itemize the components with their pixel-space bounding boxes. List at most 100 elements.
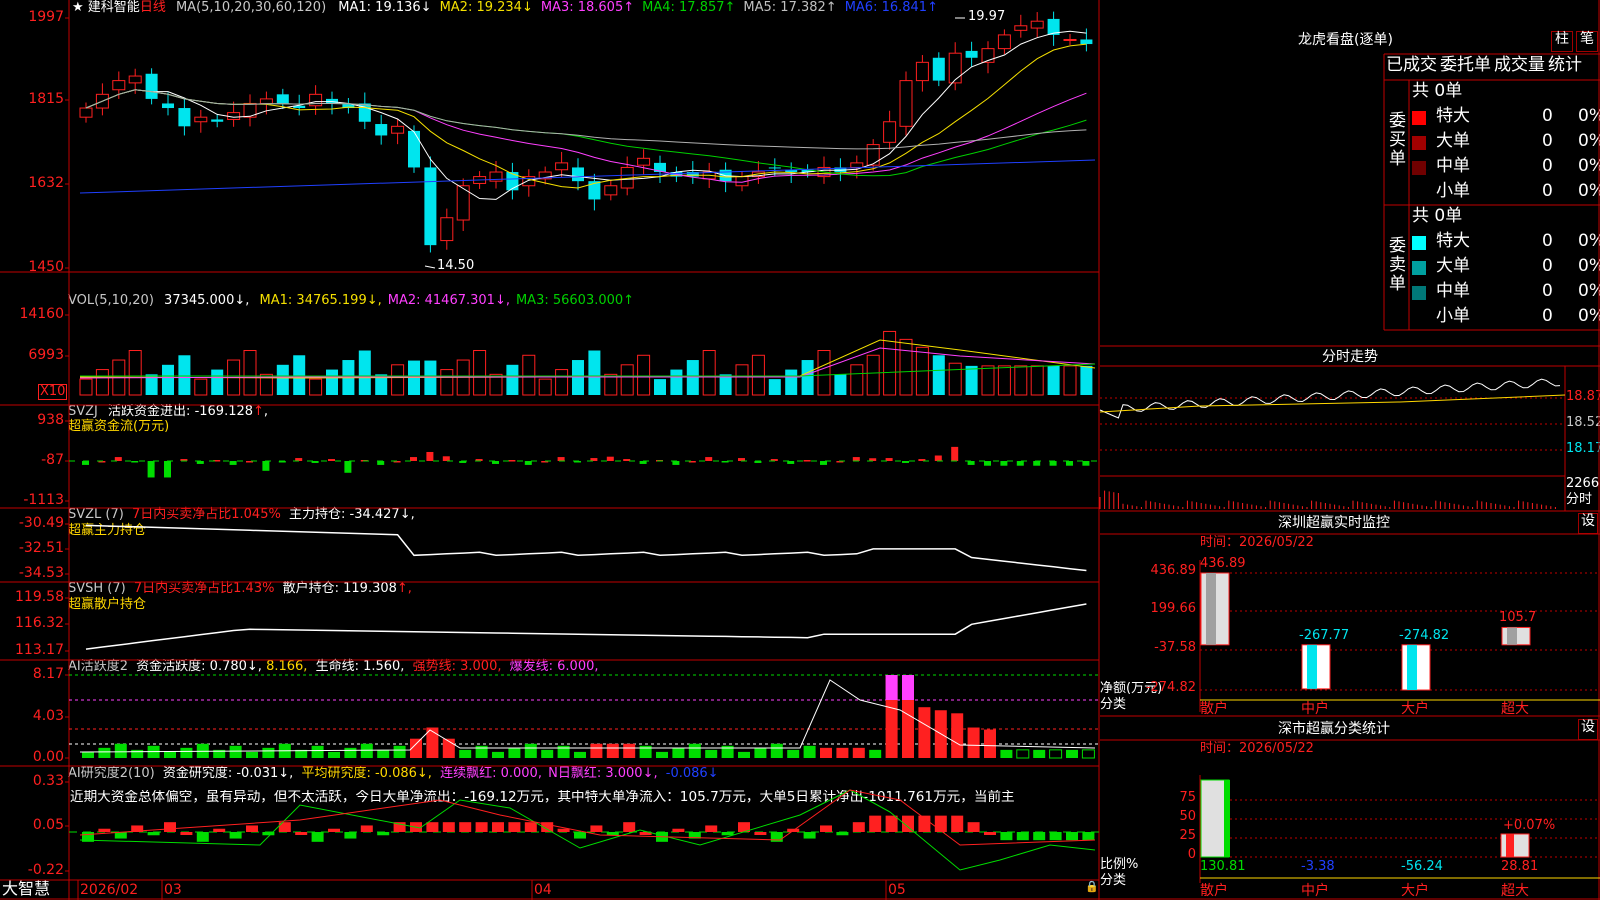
sell-side-label: 委卖单 <box>1389 236 1406 294</box>
ai-bar-6 <box>180 747 193 758</box>
sell-total: 共 0单 <box>1412 206 1463 226</box>
svzl-label: 7日内买卖净占比1.045% <box>131 507 281 522</box>
tick-toggle-button[interactable]: 笔 <box>1576 31 1598 52</box>
vol-bar-36 <box>670 369 683 395</box>
candle-body-32 <box>604 185 618 196</box>
vol-ma1 <box>79 339 1096 379</box>
research-bar-28 <box>541 822 554 832</box>
main-y-tick-3: 1450 <box>28 259 64 275</box>
monitor-bar-core-0 <box>1206 573 1216 645</box>
candle-body-1 <box>95 93 109 109</box>
research-bar-8 <box>213 828 226 832</box>
candle-body-13 <box>293 105 306 109</box>
longhu-tab-2[interactable]: 委托单 <box>1440 56 1491 75</box>
ai-value3: 1.560, <box>363 659 405 674</box>
monitor-bar-core-1 <box>1307 644 1317 689</box>
bar-toggle-button[interactable]: 柱 <box>1551 31 1573 52</box>
svzj-bar-5 <box>164 461 171 478</box>
research-bar-12 <box>278 822 291 832</box>
svzj-legend: SVZJ 活跃资金进出: -169.128↑, <box>68 404 269 419</box>
classify-cat-1: 中户 <box>1301 883 1329 899</box>
ai-bar-12 <box>278 743 291 758</box>
candle-body-23 <box>456 185 470 221</box>
intraday-price-mid: 18.52 <box>1566 415 1600 430</box>
main-legend: ★ 建科智能日线 MA(5,10,20,30,60,120) MA1: 19.1… <box>72 0 938 15</box>
svsh-label: 7日内买卖净占比1.43% <box>133 581 275 596</box>
research-bar-33 <box>623 822 636 832</box>
monitor-time-value: 2026/05/22 <box>1239 535 1314 550</box>
low-marker <box>424 265 436 269</box>
vol-bar-41 <box>751 354 765 396</box>
research-bar-10 <box>246 825 258 832</box>
ai-bar-25 <box>492 751 504 758</box>
candle-body-0 <box>79 107 93 118</box>
vol-bar-24 <box>473 350 487 396</box>
svzj-bar-43 <box>787 461 795 464</box>
candle-body-50 <box>899 80 913 127</box>
svzj-bar-25 <box>492 461 499 464</box>
svzj-y-tick-2: -1113 <box>23 492 64 508</box>
svzl-arrow: ↓, <box>399 507 415 522</box>
candle-body-7 <box>194 116 208 123</box>
star-icon[interactable]: ★ <box>72 0 84 15</box>
vol-bar-59 <box>1047 365 1060 395</box>
ai-active-line <box>79 679 1096 753</box>
stock-name[interactable]: 建科智能 <box>88 0 140 15</box>
candle-body-60 <box>1063 38 1077 41</box>
ai-bar-53 <box>951 713 964 758</box>
svzj-bar-38 <box>705 457 713 461</box>
ai-legend: AI活跃度2 资金活跃度: 0.780↓, 8.166, 生命线: 1.560,… <box>68 659 599 674</box>
vol-bar-38 <box>702 350 716 396</box>
ai-bar-30 <box>574 751 586 758</box>
monitor-bar-3 <box>1501 626 1531 646</box>
longhu-tab-4[interactable]: 统计 <box>1548 56 1582 75</box>
longhu-title: 龙虎看盘(逐单) <box>1298 32 1393 48</box>
svzj-bar-1 <box>98 461 106 463</box>
ai-bar-60 <box>1066 749 1078 758</box>
ai-bar-46 <box>836 747 849 758</box>
classify-settings-button[interactable]: 设 <box>1578 719 1598 740</box>
svzj-bar-59 <box>1049 461 1057 466</box>
vol-bar-32 <box>604 373 618 396</box>
vol-bar-56 <box>997 365 1011 396</box>
ai-bar-42 <box>770 743 783 758</box>
period-label[interactable]: 日线 <box>140 0 166 15</box>
chart-canvas <box>0 0 1600 900</box>
monitor-value-1: -267.77 <box>1299 627 1350 643</box>
ai-y-tick-1: 4.03 <box>32 708 64 724</box>
vol-bar-54 <box>965 365 978 395</box>
candle-body-20 <box>408 130 420 168</box>
research-bar-4 <box>147 832 160 836</box>
research-bar-41 <box>754 832 767 835</box>
research-bar-24 <box>475 822 488 832</box>
svsh-arrow: ↑, <box>396 581 412 596</box>
vol-bar-22 <box>440 369 454 396</box>
research-bar-51 <box>918 815 931 832</box>
intraday-price-line <box>1099 378 1561 419</box>
lock-icon[interactable]: 🔒 <box>1085 880 1099 893</box>
research-bar-39 <box>721 832 734 836</box>
longhu-tab-1[interactable]: 已成交 <box>1386 56 1437 75</box>
research-bar-58 <box>1033 832 1046 841</box>
vol-bar-0 <box>79 378 93 396</box>
research-bar-30 <box>574 832 586 839</box>
svzj-bar-13 <box>295 458 303 461</box>
svzj-bar-56 <box>1000 461 1008 466</box>
ai-bar-61 <box>1081 749 1095 759</box>
ai-bar-55 <box>984 729 996 758</box>
monitor-settings-button[interactable]: 设 <box>1578 513 1598 534</box>
svsh-y-tick-0: 119.58 <box>15 589 64 605</box>
sell-swatch-0 <box>1412 236 1426 250</box>
monitor-bar-core-2 <box>1407 644 1417 690</box>
longhu-tab-3[interactable]: 成交量 <box>1494 56 1545 75</box>
svsh-subtitle: 超赢散户持仓 <box>68 597 147 612</box>
vol-bar-4 <box>145 374 158 395</box>
ai-bar-39 <box>721 745 734 758</box>
buy-row-2-col-0: 中单 <box>1436 156 1470 176</box>
vol-bar-2 <box>112 359 126 396</box>
ai-bar-23 <box>459 749 472 758</box>
monitor-time-label: 时间： <box>1200 535 1240 550</box>
classify-time-value: 2026/05/22 <box>1239 741 1314 756</box>
x-label-2: 04 <box>534 882 552 898</box>
ai-bar-8 <box>213 749 226 758</box>
